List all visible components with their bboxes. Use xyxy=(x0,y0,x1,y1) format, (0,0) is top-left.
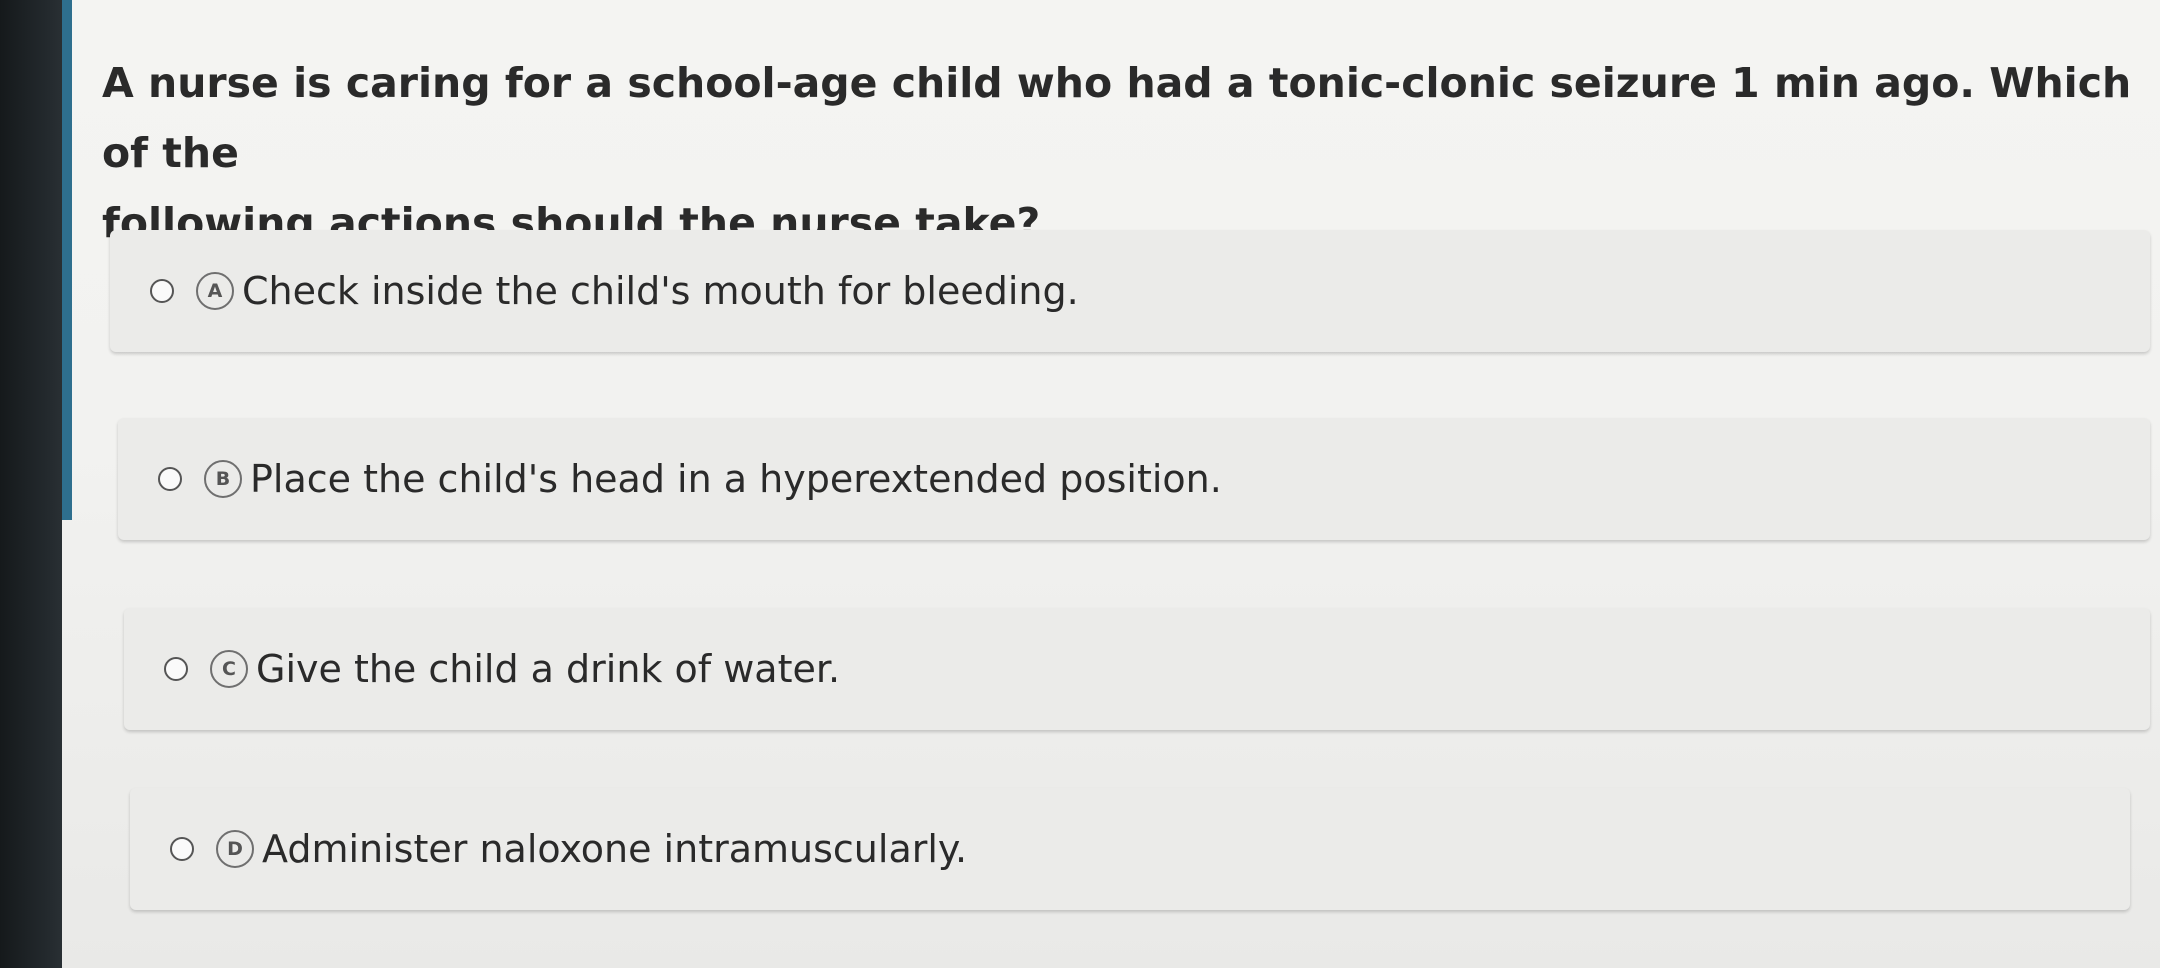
option-letter-c: C xyxy=(210,650,248,688)
radio-button-b[interactable] xyxy=(158,467,182,491)
answer-option-a[interactable]: A Check inside the child's mouth for ble… xyxy=(110,230,2150,352)
option-text-c: Give the child a drink of water. xyxy=(256,647,841,691)
radio-button-c[interactable] xyxy=(164,657,188,681)
option-text-d: Administer naloxone intramuscularly. xyxy=(262,827,968,871)
option-text-b: Place the child's head in a hyperextende… xyxy=(250,457,1222,501)
answer-option-d[interactable]: D Administer naloxone intramuscularly. xyxy=(130,788,2130,910)
option-text-a: Check inside the child's mouth for bleed… xyxy=(242,269,1079,313)
option-letter-d: D xyxy=(216,830,254,868)
accent-bar xyxy=(62,0,72,520)
quiz-screen: A nurse is caring for a school-age child… xyxy=(62,0,2160,968)
option-letter-b: B xyxy=(204,460,242,498)
answer-option-b[interactable]: B Place the child's head in a hyperexten… xyxy=(118,418,2150,540)
monitor-bezel xyxy=(0,0,70,968)
option-letter-a: A xyxy=(196,272,234,310)
question-text: A nurse is caring for a school-age child… xyxy=(102,59,2132,247)
radio-button-d[interactable] xyxy=(170,837,194,861)
answer-option-c[interactable]: C Give the child a drink of water. xyxy=(124,608,2150,730)
radio-button-a[interactable] xyxy=(150,279,174,303)
